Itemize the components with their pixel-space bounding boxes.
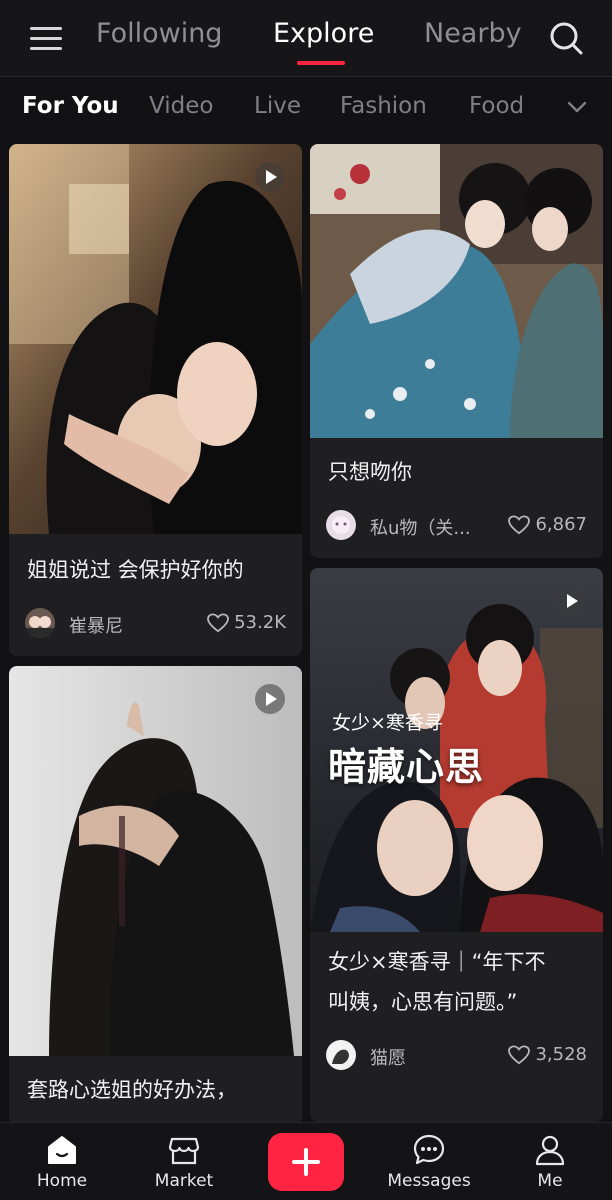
feed-card[interactable]: 姐姐说过 会保护好你的 崔暴尼 53.2K (9, 144, 302, 656)
create-post-button[interactable] (268, 1133, 344, 1191)
menu-icon[interactable] (30, 24, 62, 52)
like-count[interactable]: 53.2K (207, 612, 286, 633)
active-tab-indicator (297, 61, 345, 65)
author-name[interactable]: 猫愿 (370, 1044, 406, 1070)
avatar[interactable] (326, 510, 356, 540)
tab-nearby[interactable]: Nearby (424, 18, 522, 49)
card-title: 姐姐说过 会保护好你的 (27, 558, 244, 582)
like-count[interactable]: 3,528 (508, 1044, 587, 1065)
video-badge-icon (255, 684, 285, 714)
card-meta: 私u物（关... 6,867 (326, 510, 587, 542)
nav-home[interactable]: Home (12, 1131, 112, 1195)
cover-caption-small: 女少×寒香寻 (332, 712, 443, 734)
search-icon[interactable] (548, 20, 584, 56)
category-video[interactable]: Video (149, 93, 213, 119)
avatar[interactable] (25, 608, 55, 638)
tab-following[interactable]: Following (96, 18, 222, 49)
bottom-nav: Home Market Messages Me (0, 1122, 612, 1200)
nav-home-label: Home (36, 1171, 88, 1191)
card-cover-image (9, 666, 302, 1056)
card-meta: 猫愿 3,528 (326, 1040, 587, 1072)
author-name[interactable]: 私u物（关... (370, 514, 471, 540)
feed-card[interactable]: 套路心选姐的好办法， (9, 666, 302, 1126)
like-count[interactable]: 6,867 (508, 514, 587, 535)
feed-card[interactable]: 只想吻你 私u物（关... 6,867 (310, 144, 603, 558)
like-count-value: 6,867 (535, 514, 587, 535)
user-icon (535, 1135, 565, 1166)
card-title-line-2: 叫姨，心思有问题。” (328, 990, 518, 1014)
tab-explore[interactable]: Explore (273, 18, 374, 49)
card-title: 套路心选姐的好办法， (27, 1078, 237, 1102)
card-title-line-1: 女少×寒香寻｜“年下不 (328, 950, 546, 974)
feed-card[interactable]: 女少×寒香寻 暗藏心思 女少×寒香寻｜“年下不 叫姨，心思有问题。” 猫愿 3,… (310, 568, 603, 1122)
category-for-you[interactable]: For You (22, 93, 119, 119)
card-cover-image (9, 144, 302, 534)
category-food[interactable]: Food (469, 93, 524, 119)
category-live[interactable]: Live (254, 93, 301, 119)
heart-icon (508, 1044, 531, 1064)
like-count-value: 53.2K (234, 612, 286, 633)
nav-messages-label: Messages (387, 1171, 471, 1191)
category-fashion[interactable]: Fashion (340, 93, 427, 119)
nav-messages[interactable]: Messages (379, 1131, 479, 1195)
video-badge-icon (255, 162, 285, 192)
shop-icon (168, 1137, 200, 1165)
heart-icon (207, 612, 230, 632)
card-title: 只想吻你 (328, 460, 412, 484)
nav-market[interactable]: Market (134, 1131, 234, 1195)
card-cover-image (310, 144, 603, 438)
home-icon (48, 1136, 76, 1164)
heart-icon (508, 514, 531, 534)
nav-me-label: Me (537, 1171, 563, 1191)
chat-bubble-icon (413, 1134, 445, 1165)
nav-market-label: Market (154, 1171, 214, 1191)
chevron-down-icon[interactable] (565, 97, 589, 117)
category-bar: For You Video Live Fashion Food (0, 77, 612, 137)
video-badge-icon (556, 586, 586, 616)
nav-me[interactable]: Me (500, 1131, 600, 1195)
top-bar: Following Explore Nearby (0, 0, 612, 76)
cover-caption-large: 暗藏心思 (328, 744, 485, 789)
author-name[interactable]: 崔暴尼 (69, 612, 123, 638)
like-count-value: 3,528 (535, 1044, 587, 1065)
card-meta: 崔暴尼 53.2K (25, 608, 286, 640)
avatar[interactable] (326, 1040, 356, 1070)
